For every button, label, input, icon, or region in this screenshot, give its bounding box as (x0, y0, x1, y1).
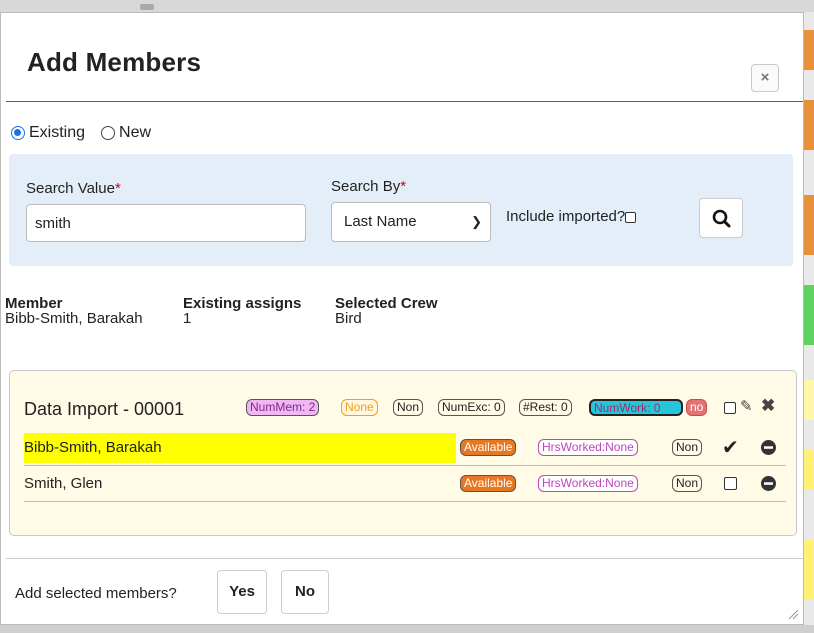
resize-grip-icon[interactable] (787, 608, 799, 620)
badge-num-members: NumMem: 2 (246, 399, 320, 416)
remove-member-icon[interactable] (760, 475, 777, 492)
search-by-select[interactable]: Last Name ❯ (331, 202, 491, 242)
member-value: Bibb-Smith, Barakah (5, 310, 143, 327)
search-by-selected: Last Name (344, 213, 417, 230)
include-imported-label: Include imported? (506, 208, 626, 225)
member-select-checkbox[interactable] (724, 477, 737, 490)
background-strip (804, 450, 814, 490)
search-panel: Search Value* smith Search By* Last Name… (9, 154, 793, 266)
background-strip (804, 540, 814, 600)
search-value-label: Search Value* (26, 180, 121, 197)
mode-radio-group: Existing New (11, 124, 167, 142)
member-header: Member (5, 295, 63, 312)
member-summary: Member Bibb-Smith, Barakah (5, 296, 143, 326)
flag-badge: Non (672, 439, 703, 456)
crew-header: Selected Crew (335, 295, 438, 312)
row-divider (24, 501, 786, 502)
drag-handle (140, 4, 154, 10)
member-name: Smith, Glen (24, 475, 103, 492)
close-button[interactable]: × (751, 64, 779, 92)
footer-prompt: Add selected members? (15, 585, 177, 602)
dialog-title: Add Members (27, 47, 202, 77)
badge-rest: #Rest: 0 (519, 399, 572, 416)
assigns-value: 1 (183, 310, 192, 327)
background-strip (804, 30, 814, 70)
chevron-down-icon: ❯ (471, 214, 482, 229)
background-strip (804, 195, 814, 255)
background-strip (804, 285, 814, 345)
hours-badge: HrsWorked:None (538, 439, 638, 456)
add-members-dialog: Add Members × Existing New Search Value*… (0, 12, 804, 625)
remove-member-icon[interactable] (760, 439, 777, 456)
assigns-summary: Existing assigns 1 (183, 296, 301, 326)
radio-new-label[interactable]: New (119, 124, 151, 142)
assigns-header: Existing assigns (183, 295, 302, 312)
pencil-icon[interactable]: ✎ (740, 397, 753, 415)
no-button[interactable]: No (281, 570, 329, 614)
footer-divider (6, 558, 803, 559)
search-by-label: Search By* (331, 178, 407, 195)
badge-non: Non (393, 399, 424, 416)
check-icon[interactable]: ✔ (722, 435, 739, 460)
crew-title: Data Import - 00001 (24, 399, 185, 419)
radio-existing-label[interactable]: Existing (29, 124, 85, 142)
member-name: Bibb-Smith, Barakah (24, 439, 162, 456)
search-icon (712, 209, 731, 228)
background-app-bar (0, 0, 814, 12)
hours-badge: HrsWorked:None (538, 475, 638, 492)
crew-panel: Data Import - 00001 NumMem: 2 None Non N… (9, 370, 797, 536)
crew-summary: Selected Crew Bird (335, 296, 438, 326)
background-strip (804, 100, 814, 150)
flag-badge: Non (672, 475, 703, 492)
title-divider (6, 101, 803, 102)
delete-crew-icon[interactable]: ✖ (761, 396, 775, 416)
status-badge: Available (460, 439, 517, 456)
radio-new[interactable] (101, 126, 116, 140)
radio-existing[interactable] (11, 126, 25, 140)
close-icon: × (760, 69, 770, 86)
crew-select-checkbox[interactable] (724, 402, 736, 414)
search-value-input[interactable]: smith (26, 204, 306, 242)
include-imported-checkbox[interactable] (625, 211, 637, 223)
crew-value: Bird (335, 310, 362, 327)
background-bottom-bar (0, 625, 814, 633)
badge-num-exc: NumExc: 0 (438, 399, 505, 416)
yes-button[interactable]: Yes (217, 570, 267, 614)
badge-num-work: NumWork: 0 (589, 399, 683, 416)
badge-no: no (686, 399, 708, 416)
badge-none: None (341, 399, 378, 416)
status-badge: Available (460, 475, 517, 492)
background-strip (804, 380, 814, 420)
search-button[interactable] (699, 198, 743, 238)
include-imported-field: Include imported? (506, 208, 637, 225)
row-divider (24, 465, 786, 466)
